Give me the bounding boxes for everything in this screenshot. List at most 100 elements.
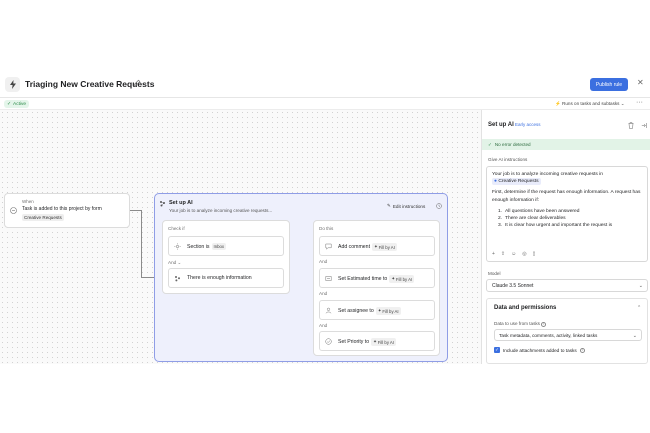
collapse-panel-icon[interactable] [641,122,647,129]
ai-block[interactable]: Set up AI Your job is to analyze incomin… [154,193,448,362]
project-tag: ● Creative Requests [492,178,541,186]
condition-row[interactable]: Section is Inbox [168,236,284,256]
ai-sparkle-icon: ✦ [374,244,378,249]
model-select[interactable]: Claude 3.5 Sonnet ⌄ [486,279,648,292]
fill-by-ai-chip[interactable]: ✦ Fill by AI [375,307,401,315]
trigger-card[interactable]: When Task is added to this project by fo… [4,193,130,228]
and-dropdown[interactable]: And ⌄ [168,260,181,266]
chevron-down-icon: ⌄ [632,333,637,339]
action-label: Set Estimated time to [338,276,388,282]
subtask-icon: ⚡ [555,101,561,106]
list-item: 2. There are clear deliverables [498,215,644,222]
trigger-text: Task is added to this project by form [22,206,102,212]
chevron-down-icon: ⌄ [638,283,643,289]
info-icon[interactable]: i [579,347,585,353]
sun-icon [174,243,181,250]
status-label: Active [13,101,27,107]
and-label: And [319,291,328,296]
action-row[interactable]: Set assignee to ✦ Fill by AI [319,300,435,320]
list-item: 3. It is clear how urgent and important t… [498,222,644,229]
status-badge[interactable]: ✓ Active [4,100,30,108]
list-text: It is clear how urgent and important the… [505,223,613,229]
and-label: And [319,323,328,328]
editor-toolbar: + ⇪ ☺ ◎ ▯ [492,251,535,257]
chevron-up-icon[interactable]: ⌃ [637,305,641,311]
chip-label: Fill by AI [395,276,413,282]
runs-on-selector[interactable]: ⚡ Runs on tasks and subtasks ⌄ [555,101,625,107]
ai-sparkle-icon [160,201,165,207]
model-value: Claude 3.5 Sonnet [492,283,534,289]
action-label: Set Priority to [338,339,370,345]
runs-on-label: Runs on tasks and subtasks [562,101,620,106]
pencil-icon[interactable] [133,79,141,87]
action-label: Set assignee to [338,308,374,314]
condition-text: There is enough information [187,275,252,281]
emoji-icon[interactable]: ☺ [511,251,516,257]
more-icon[interactable]: ✕ [637,78,644,87]
action-text: Set Priority to ✦ Fill by AI [338,338,396,346]
chip-label: Fill by AI [377,339,394,345]
instructions-editor[interactable]: Your job is to analyze incoming creative… [486,166,648,262]
action-label: Add comment [338,244,371,250]
instructions-paragraph: First, determine if the request has enou… [492,190,641,203]
trash-icon[interactable] [628,122,634,129]
header: Triaging New Creative Requests Publish r… [0,68,650,98]
data-use-label-text: Data to use from tasks [494,321,540,326]
action-row[interactable]: Add comment ✦ Fill by AI [319,236,435,256]
ellipsis-icon[interactable]: ··· [636,99,643,106]
rule-canvas: When Task is added to this project by fo… [0,110,481,364]
file-icon[interactable]: ▯ [533,251,536,257]
edit-instructions-label: Edit instructions [392,203,426,209]
data-use-select[interactable]: Task metadata, comments, activity, linke… [494,329,642,341]
list-number: 1. [498,208,503,214]
fill-by-ai-chip[interactable]: ✦ Fill by AI [372,243,397,251]
instructions-line-1: Your job is to analyze incoming creative… [492,172,604,177]
ai-settings-panel: Set up AI Early access ✓ No error detect… [481,110,650,364]
edit-instructions-button[interactable]: ✎ Edit instructions [387,203,425,209]
form-icon [10,207,17,214]
chevron-down-icon: ⌄ [177,260,182,265]
instructions-label: Give AI instructions [488,157,528,162]
ai-sparkle-icon [175,276,180,282]
instructions-text[interactable]: Your job is to analyze incoming creative… [492,171,644,229]
early-access-badge: Early access [515,122,541,127]
include-attachments-checkbox[interactable]: ✓ [494,347,500,353]
action-row[interactable]: Set Estimated time to ✦ Fill by AI [319,268,435,288]
fill-by-ai-chip[interactable]: ✦ Fill by AI [389,275,415,283]
and-label: And [319,259,328,264]
project-icon: ● [494,179,497,185]
plus-icon[interactable]: + [492,251,495,257]
clock-icon[interactable] [436,203,442,209]
list-number: 3. [498,223,503,229]
project-tag-label: Creative Requests [498,179,539,185]
fill-by-ai-chip[interactable]: ✦ Fill by AI [371,338,396,346]
trigger-form-tag: Creative Requests [22,214,64,221]
data-use-value: Task metadata, comments, activity, linke… [499,333,598,338]
model-label: Model [488,271,501,276]
mention-icon[interactable]: ◎ [522,251,526,257]
user-icon [325,307,332,314]
list-text: There are clear deliverables [505,216,566,222]
list-item: 1. All questions have been answered [498,208,644,215]
trigger-label: When [22,199,34,204]
check-if-card: Check if Section is Inbox And ⌄ There is… [162,220,290,294]
action-text: Set Estimated time to ✦ Fill by AI [338,275,415,283]
attach-icon[interactable]: ⇪ [501,251,505,257]
list-number: 2. [498,216,503,222]
ai-sparkle-icon: ✦ [373,339,377,344]
instructions-list: 1. All questions have been answered 2. The… [492,208,644,230]
info-icon[interactable]: i [541,321,547,327]
condition-row[interactable]: There is enough information [168,268,284,288]
section-chip[interactable]: Inbox [211,243,227,250]
include-attachments-row[interactable]: ✓ Include attachments added to tasks i [494,347,585,353]
action-text: Set assignee to ✦ Fill by AI [338,307,401,315]
do-this-label: Do this [319,226,334,231]
status-bar: ✓ Active ⚡ Runs on tasks and subtasks ⌄ … [0,98,650,110]
field-icon [325,276,332,281]
chip-label: Fill by AI [382,308,399,314]
action-row[interactable]: Set Priority to ✦ Fill by AI [319,331,435,351]
condition-label: Section is [187,243,210,250]
and-label: And [168,260,177,265]
ai-block-title: Set up AI [169,200,193,206]
publish-rule-button[interactable]: Publish rule [590,78,628,91]
